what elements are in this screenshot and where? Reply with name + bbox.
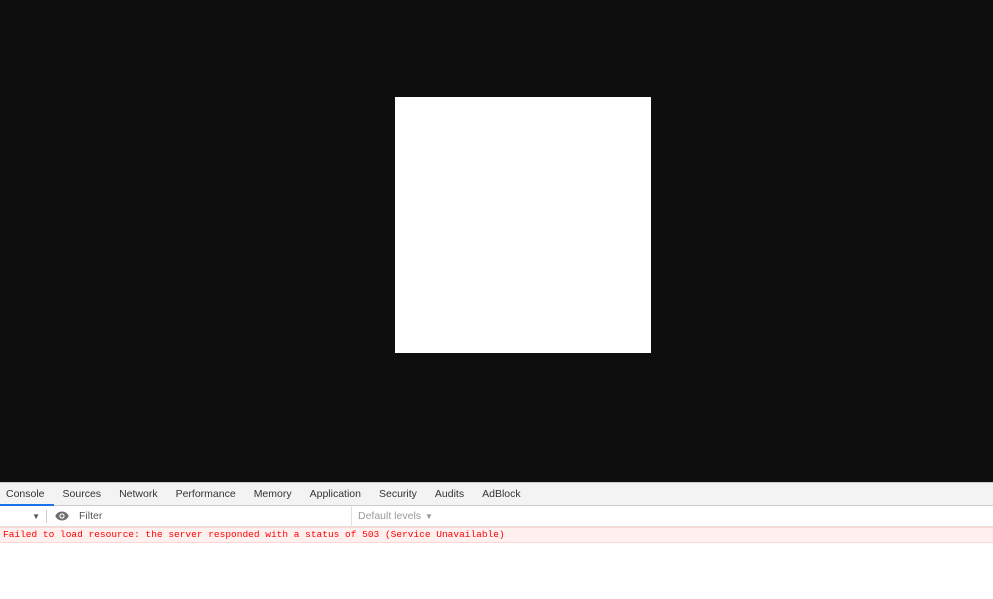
page-viewport [0, 0, 993, 482]
tab-memory[interactable]: Memory [245, 483, 301, 505]
console-error-message[interactable]: Failed to load resource: the server resp… [0, 527, 993, 543]
log-levels-dropdown[interactable]: Default levels ▼ [351, 506, 433, 526]
tab-network[interactable]: Network [110, 483, 167, 505]
tab-audits[interactable]: Audits [426, 483, 473, 505]
toolbar-divider [46, 509, 47, 523]
white-square-canvas [395, 97, 651, 353]
filter-input[interactable] [74, 507, 349, 525]
tab-sources[interactable]: Sources [54, 483, 111, 505]
devtools-panel: Console Sources Network Performance Memo… [0, 482, 993, 599]
live-expression-button[interactable] [50, 506, 74, 526]
chevron-down-icon: ▼ [32, 511, 40, 521]
eye-icon [55, 511, 69, 521]
context-selector[interactable]: ▼ [0, 506, 44, 526]
tab-performance[interactable]: Performance [167, 483, 245, 505]
tab-adblock[interactable]: AdBlock [473, 483, 530, 505]
chevron-down-icon: ▼ [425, 511, 433, 521]
browser-page: Console Sources Network Performance Memo… [0, 0, 993, 599]
console-toolbar: ▼ Default levels ▼ [0, 506, 993, 527]
tab-console[interactable]: Console [0, 483, 54, 506]
tab-security[interactable]: Security [370, 483, 426, 505]
console-messages: Failed to load resource: the server resp… [0, 527, 993, 543]
log-levels-label: Default levels [358, 510, 422, 522]
devtools-tabbar: Console Sources Network Performance Memo… [0, 482, 993, 506]
tab-application[interactable]: Application [301, 483, 370, 505]
